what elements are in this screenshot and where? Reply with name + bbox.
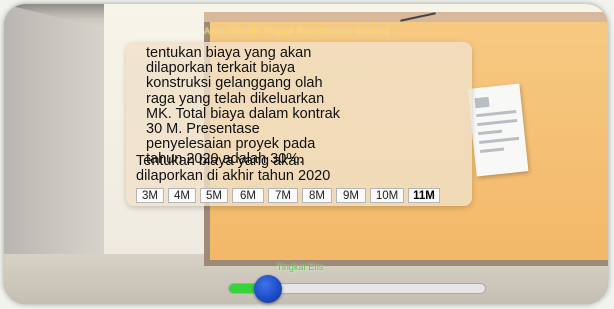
answer-option-3m[interactable]: 3M — [136, 188, 164, 203]
pinned-document — [467, 83, 529, 177]
answer-option-4m[interactable]: 4M — [168, 188, 196, 203]
question-panel: tentukan biaya yang akan dilaporkan terk… — [126, 42, 472, 206]
question-prompt: Tentukan biaya yang akan dilaporkan di a… — [136, 153, 331, 185]
answer-option-10m[interactable]: 10M — [370, 188, 404, 203]
answer-option-6m[interactable]: 6M — [232, 188, 264, 203]
answer-option-11m[interactable]: 11M — [408, 188, 440, 203]
answer-option-7m[interactable]: 7M — [268, 188, 298, 203]
question-text: tentukan biaya yang akan dilaporkan terk… — [146, 45, 340, 168]
answer-option-8m[interactable]: 8M — [302, 188, 332, 203]
answer-options: 3M 4M 5M 6M 7M 8M 9M 10M 11M — [136, 188, 440, 203]
slider-label: Tingkat Etis — [276, 262, 324, 272]
header-title: Anda Memilih Tingkat Penyelesaian Gedung… — [204, 26, 400, 36]
answer-option-5m[interactable]: 5M — [200, 188, 228, 203]
ethics-slider-knob[interactable] — [254, 275, 282, 303]
answer-option-9m[interactable]: 9M — [336, 188, 366, 203]
